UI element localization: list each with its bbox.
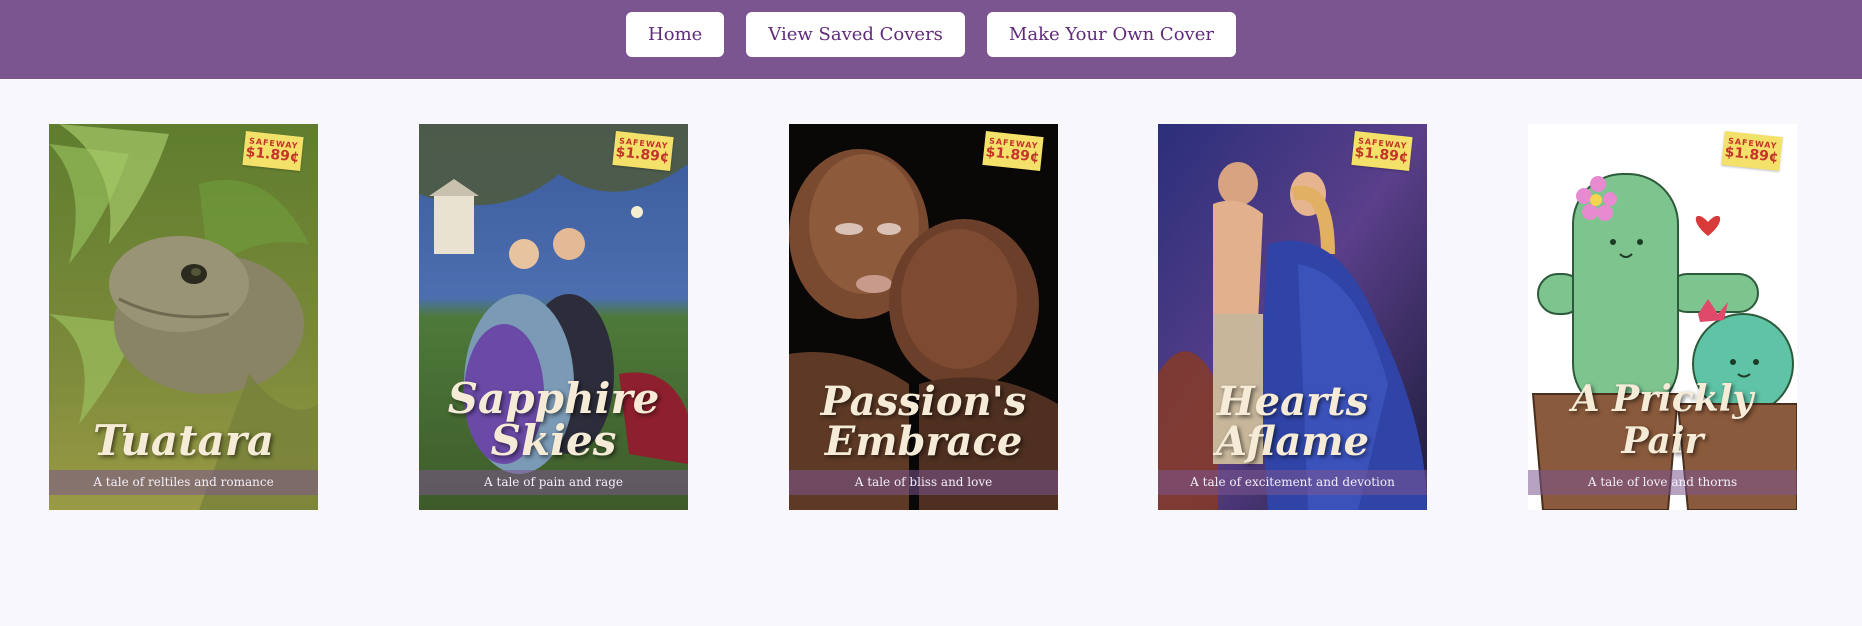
cover-card[interactable]: SAFEWAY $1.89¢ Tuatara A tale of reltile… [49, 124, 318, 510]
cover-card[interactable]: SAFEWAY $1.89¢ Passion's Embrace A tale … [789, 124, 1058, 510]
cover-card[interactable]: SAFEWAY $1.89¢ Sapphire Skies A tale of … [419, 124, 688, 510]
covers-gallery: SAFEWAY $1.89¢ Tuatara A tale of reltile… [0, 79, 1862, 626]
cover-tagline: A tale of bliss and love [789, 470, 1058, 495]
cover-card[interactable]: SAFEWAY $1.89¢ A Prickly Pair A tale of … [1528, 124, 1797, 510]
price-sticker: SAFEWAY $1.89¢ [1721, 131, 1783, 171]
header-bar: Home View Saved Covers Make Your Own Cov… [0, 0, 1862, 79]
home-button[interactable]: Home [626, 12, 725, 57]
cover-title: Sapphire Skies [447, 374, 660, 465]
cover-tagline: A tale of reltiles and romance [49, 470, 318, 495]
cover-tagline: A tale of excitement and devotion [1158, 470, 1427, 495]
cover-title: Passion's Embrace [820, 378, 1027, 465]
price-sticker: SAFEWAY $1.89¢ [1351, 131, 1413, 171]
price-sticker: SAFEWAY $1.89¢ [242, 131, 304, 171]
cover-title: Hearts Aflame [1215, 378, 1370, 465]
price-sticker: SAFEWAY $1.89¢ [612, 131, 674, 171]
cover-tagline: A tale of pain and rage [419, 470, 688, 495]
cover-title: A Prickly Pair [1571, 378, 1754, 462]
make-your-own-cover-button[interactable]: Make Your Own Cover [986, 12, 1236, 57]
cover-tagline: A tale of love and thorns [1528, 470, 1797, 495]
price-sticker: SAFEWAY $1.89¢ [982, 131, 1044, 171]
cover-title: Tuatara [92, 416, 275, 465]
cover-card[interactable]: SAFEWAY $1.89¢ Hearts Aflame A tale of e… [1158, 124, 1427, 510]
view-saved-covers-button[interactable]: View Saved Covers [746, 12, 965, 57]
